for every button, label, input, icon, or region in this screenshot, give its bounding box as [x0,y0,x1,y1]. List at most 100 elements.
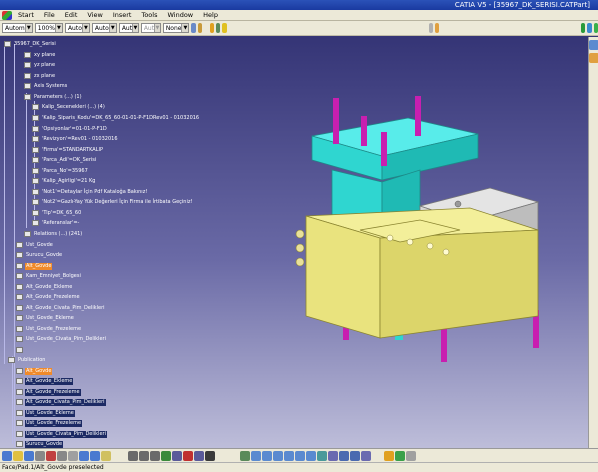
tree-node[interactable]: 'Revizyon'=Rev01 - 01032016 [32,135,119,143]
line-thickness-combo[interactable]: Auto ▼ [64,23,90,33]
tree-node[interactable]: 'Tip'=DK_65_60 [32,209,82,217]
zoom-out-icon[interactable] [295,450,305,461]
wireframe-icon[interactable] [205,450,215,461]
tree-node[interactable]: Ust_Govde_Civata_Pim_Delikleri [16,335,107,343]
tree-node[interactable]: Ust_Govde [16,241,54,249]
tree-node[interactable]: 'Opsiyonlar'=01-01-P-F1D [32,125,108,133]
point-symbol-combo[interactable]: Aut ▼ [118,23,139,33]
design-table-icon[interactable] [150,450,160,461]
brush-icon[interactable] [197,23,202,33]
tree-node[interactable]: 'Parca_Adi'=DK_Serisi [32,156,97,164]
tree-node[interactable]: Ust_Govde_Civata_Pim_Delikleri [16,430,107,438]
tree-node[interactable]: Ust_Govde_Ekleme [16,409,75,417]
move-icon[interactable] [581,23,586,33]
cut-icon[interactable] [46,450,56,461]
swap-icon[interactable] [194,450,204,461]
tree-node[interactable]: Alt_Govde [16,367,53,375]
print-icon[interactable] [35,450,45,461]
copy-icon[interactable] [57,450,67,461]
tree-node[interactable]: Alt_Govde_Ekleme [16,377,74,385]
tree-node[interactable] [16,346,27,354]
tree-node[interactable]: Relations (...) (241) [24,230,83,238]
hide-show-icon[interactable] [183,450,193,461]
tree-node[interactable]: Surucu_Govde [16,251,63,259]
compass-reset-icon[interactable] [395,450,405,461]
menu-edit[interactable]: Edit [60,10,83,21]
tree-node[interactable]: 'Parca_No'=35967 [32,167,89,175]
parameter-icon[interactable] [384,450,394,461]
view-options-icon[interactable] [406,450,416,461]
tree-node[interactable]: yz plane [24,61,56,69]
macro-icon[interactable] [434,23,440,33]
zoom-in-icon[interactable] [284,450,294,461]
tree-node[interactable]: Publication [8,356,46,364]
whats-this-icon[interactable] [101,450,111,461]
color-combo[interactable]: Autom ▼ [2,23,33,33]
tree-node[interactable]: 'Kalip_Siparis_Kodu'=DK_65_60-01-01-P-F1… [32,114,200,122]
pad-icon[interactable] [589,53,598,63]
tree-node[interactable]: Axis Systems [24,82,68,90]
redo-icon[interactable] [90,450,100,461]
compass-icon[interactable] [593,23,598,33]
rotate-view-icon[interactable] [273,450,283,461]
format-painter-icon[interactable] [191,23,196,33]
layer-combo[interactable]: None ▼ [162,23,190,33]
wrench-icon[interactable] [209,23,215,33]
tree-node[interactable]: Ust_Govde_Frezeleme [16,325,82,333]
catia-logo-icon[interactable] [2,10,12,20]
multi-view-icon[interactable] [317,450,327,461]
tree-node[interactable]: Ust_Govde_Ekleme [16,314,75,322]
open-icon[interactable] [13,450,23,461]
3d-model-viewport[interactable] [270,70,570,370]
tree-node[interactable]: 'Referanslar'=- [32,219,80,227]
menu-file[interactable]: File [39,10,60,21]
settings-icon[interactable] [428,23,433,33]
new-icon[interactable] [2,450,12,461]
normal-view-icon[interactable] [306,450,316,461]
tree-node[interactable]: 'Not1'=Detaylar İçin Pdf Kataloğa Bakını… [32,188,148,196]
rendering-style-combo[interactable]: Aut ▼ [140,23,161,33]
rotate-icon[interactable] [587,23,592,33]
sketch-icon[interactable] [589,40,598,50]
tree-node[interactable]: 'Kalip_Agirligi'=21 Kg [32,177,96,185]
line-type-combo[interactable]: Auto ▼ [91,23,117,33]
comment-icon[interactable] [139,450,149,461]
shading-icon[interactable] [339,450,349,461]
tree-node[interactable]: zx plane [24,72,56,80]
measure-icon[interactable] [161,450,171,461]
menu-help[interactable]: Help [198,10,223,21]
save-icon[interactable] [24,450,34,461]
undo-icon[interactable] [79,450,89,461]
menu-start[interactable]: Start [13,10,39,21]
swap-visible-space-icon[interactable] [361,450,371,461]
tree-node[interactable]: 35967_DK_Serisi [4,40,57,48]
tree-node[interactable]: Ust_Govde_Frezeleme [16,419,83,427]
help-icon[interactable] [222,23,227,33]
tree-node[interactable]: xy plane [24,51,56,59]
tree-node[interactable]: Parameters (...) (1) [24,93,83,101]
tree-node[interactable]: Kalip_Secenekleri (...) (4) [32,103,106,111]
tree-node[interactable]: Surucu_Govde [16,440,64,448]
paste-icon[interactable] [68,450,78,461]
hide-icon[interactable] [350,450,360,461]
tree-node[interactable]: Alt_Govde_Frezeleme [16,388,81,396]
transparency-combo[interactable]: 100% ▼ [34,23,63,33]
menu-tools[interactable]: Tools [136,10,162,21]
axis-icon[interactable] [172,450,182,461]
menu-view[interactable]: View [82,10,107,21]
tree-node[interactable]: Alt_Govde_Frezeleme [16,293,81,301]
pan-icon[interactable] [262,450,272,461]
formula-icon[interactable] [128,450,138,461]
tree-node[interactable]: 'Not2'=Gazlı-Yay Yük Değerleri İçin Firm… [32,198,194,206]
menu-insert[interactable]: Insert [108,10,137,21]
tree-node[interactable]: Alt_Govde_Civata_Pim_Delikleri [16,398,106,406]
tree-node[interactable]: 'Firma'=STANDARTKALIP [32,146,104,154]
tree-node[interactable]: Alt_Govde_Civata_Pim_Delikleri [16,304,106,312]
isometric-view-icon[interactable] [328,450,338,461]
menu-window[interactable]: Window [162,10,198,21]
tree-node[interactable]: Alt_Govde_Ekleme [16,283,73,291]
fly-mode-icon[interactable] [240,450,250,461]
grid-icon[interactable] [216,23,221,33]
fit-all-icon[interactable] [251,450,261,461]
tree-node[interactable]: Alt_Govde [16,262,53,270]
